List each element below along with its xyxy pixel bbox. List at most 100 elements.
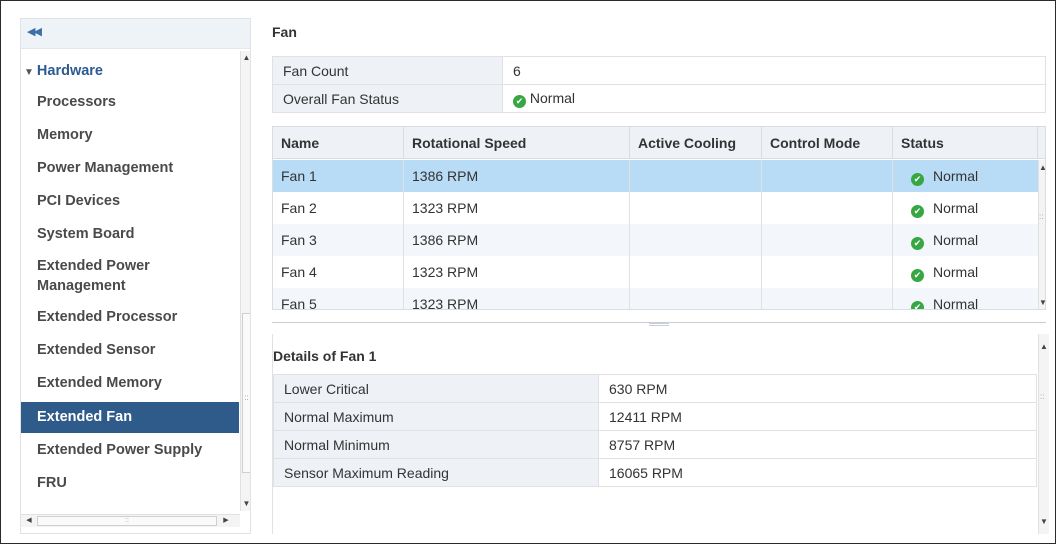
panel-splitter[interactable] <box>272 322 1046 330</box>
sidebar-item-label: FRU <box>37 475 67 491</box>
sidebar-vertical-scrollbar[interactable]: ▲ :: ▼ <box>240 51 250 511</box>
scroll-up-icon[interactable]: ▲ <box>241 51 250 65</box>
cell-name: Fan 5 <box>273 288 404 309</box>
detail-row: Normal Maximum 12411 RPM <box>273 402 1037 431</box>
status-text: Normal <box>933 168 979 184</box>
cell-status: ✔ Normal <box>893 192 1038 224</box>
splitter-grip-icon[interactable] <box>649 323 669 326</box>
detail-value: 16065 RPM <box>598 458 1037 487</box>
sidebar-item-power-management[interactable]: Power Management <box>21 154 239 182</box>
scroll-down-icon[interactable]: ▼ <box>241 497 250 511</box>
main-panel: Fan Fan Count 6 Overall Fan Status ✔ Nor… <box>262 18 1049 534</box>
details-panel: Details of Fan 1 Lower Critical 630 RPM … <box>272 334 1049 534</box>
cell-active-cooling <box>630 288 762 309</box>
status-text: Normal <box>933 232 979 248</box>
sidebar-item-extended-processor[interactable]: Extended Processor <box>21 303 239 331</box>
status-text: Normal <box>933 296 979 310</box>
table-row[interactable]: Fan 1 1386 RPM ✔ Normal <box>273 160 1038 192</box>
column-header-active-cooling[interactable]: Active Cooling <box>630 127 762 159</box>
triangle-down-icon: ▼ <box>24 67 34 78</box>
column-header-status[interactable]: Status <box>893 127 1038 159</box>
sidebar-item-extended-power-management[interactable]: Extended Power Management <box>21 253 239 297</box>
column-header-control-mode[interactable]: Control Mode <box>762 127 893 159</box>
status-text: Normal <box>933 200 979 216</box>
sidebar-horizontal-scrollbar[interactable]: ◀ :: ▶ <box>21 514 240 527</box>
page-title: Fan <box>272 24 297 40</box>
collapse-sidebar-icon[interactable]: ◀◀ <box>27 25 42 38</box>
overall-status-cell: ✔ Normal <box>502 84 1046 113</box>
cell-speed: 1323 RPM <box>404 256 630 288</box>
scroll-down-icon[interactable]: ▼ <box>1038 298 1045 307</box>
sidebar-item-label: Processors <box>37 94 116 110</box>
sidebar-item-label: Extended Power Supply <box>37 442 203 458</box>
sidebar-item-processors[interactable]: Processors <box>21 88 239 116</box>
sidebar-item-system-board[interactable]: System Board <box>21 220 239 248</box>
scroll-down-icon[interactable]: ▼ <box>1039 517 1049 526</box>
grip-icon: :: <box>244 393 249 402</box>
detail-label: Sensor Maximum Reading <box>273 458 599 487</box>
cell-control-mode <box>762 160 893 192</box>
scroll-right-icon[interactable]: ▶ <box>220 515 232 527</box>
sidebar-item-extended-fan[interactable]: Extended Fan <box>21 402 239 433</box>
detail-label: Normal Maximum <box>273 402 599 431</box>
cell-control-mode <box>762 256 893 288</box>
grid-vertical-scrollbar[interactable]: ▲ :: ▼ <box>1038 160 1045 309</box>
details-title: Details of Fan 1 <box>273 348 377 364</box>
fan-summary-table: Fan Count 6 Overall Fan Status ✔ Normal <box>272 56 1046 113</box>
scrollbar-thumb[interactable]: :: <box>37 516 217 526</box>
detail-value: 630 RPM <box>598 374 1037 403</box>
detail-value: 12411 RPM <box>598 402 1037 431</box>
summary-row: Fan Count 6 <box>272 56 1046 85</box>
cell-active-cooling <box>630 256 762 288</box>
sidebar-item-extended-memory[interactable]: Extended Memory <box>21 369 239 397</box>
sidebar-item-label: Extended Sensor <box>37 342 156 358</box>
sidebar-item-label: Hardware <box>36 63 103 79</box>
check-circle-icon: ✔ <box>911 173 924 186</box>
sidebar-item-label: Extended Power Management <box>37 258 150 294</box>
overall-status-label: Overall Fan Status <box>272 84 503 113</box>
scroll-up-icon[interactable]: ▲ <box>1039 342 1049 351</box>
check-circle-icon: ✔ <box>513 94 526 108</box>
detail-value: 8757 RPM <box>598 430 1037 459</box>
summary-row: Overall Fan Status ✔ Normal <box>272 84 1046 113</box>
column-header-name[interactable]: Name <box>273 127 404 159</box>
check-circle-icon: ✔ <box>911 301 924 309</box>
cell-active-cooling <box>630 160 762 192</box>
cell-status: ✔ Normal <box>893 288 1038 310</box>
column-header-rotational-speed[interactable]: Rotational Speed <box>404 127 630 159</box>
overall-status-value: Normal <box>529 89 576 106</box>
table-row[interactable]: Fan 3 1386 RPM ✔ Normal <box>273 224 1038 256</box>
detail-label: Normal Minimum <box>273 430 599 459</box>
grip-icon: :: <box>1039 212 1044 221</box>
sidebar-item-label: PCI Devices <box>37 193 121 209</box>
sidebar-item-pci-devices[interactable]: PCI Devices <box>21 187 239 215</box>
cell-name: Fan 1 <box>273 160 404 192</box>
sidebar-item-label: Extended Processor <box>37 309 178 325</box>
cell-speed: 1323 RPM <box>404 288 630 309</box>
sidebar-item-label: Extended Memory <box>37 375 162 391</box>
table-row[interactable]: Fan 5 1323 RPM ✔ Normal <box>273 288 1038 310</box>
sidebar-item-label: Memory <box>37 127 93 143</box>
check-circle-icon: ✔ <box>911 205 924 218</box>
table-row[interactable]: Fan 2 1323 RPM ✔ Normal <box>273 192 1038 224</box>
cell-status: ✔ Normal <box>893 160 1038 192</box>
sidebar-item-hardware[interactable]: ▼ Hardware <box>21 57 239 85</box>
cell-active-cooling <box>630 224 762 256</box>
cell-status: ✔ Normal <box>893 224 1038 256</box>
cell-name: Fan 2 <box>273 192 404 224</box>
fan-grid: Name Rotational Speed Active Cooling Con… <box>272 126 1046 310</box>
details-vertical-scrollbar[interactable]: ▲ :: ▼ <box>1038 334 1049 534</box>
grid-header: Name Rotational Speed Active Cooling Con… <box>273 127 1045 159</box>
sidebar-item-extended-sensor[interactable]: Extended Sensor <box>21 336 239 364</box>
cell-speed: 1386 RPM <box>404 224 630 256</box>
table-row[interactable]: Fan 4 1323 RPM ✔ Normal <box>273 256 1038 288</box>
fan-count-value: 6 <box>502 56 1046 85</box>
sidebar-header: ◀◀ <box>21 19 250 49</box>
check-circle-icon: ✔ <box>911 237 924 250</box>
scroll-up-icon[interactable]: ▲ <box>1038 163 1045 172</box>
cell-active-cooling <box>630 192 762 224</box>
sidebar-item-memory[interactable]: Memory <box>21 121 239 149</box>
scroll-left-icon[interactable]: ◀ <box>23 515 35 527</box>
sidebar-item-fru[interactable]: FRU <box>21 469 239 497</box>
sidebar-item-extended-power-supply[interactable]: Extended Power Supply <box>21 436 239 464</box>
